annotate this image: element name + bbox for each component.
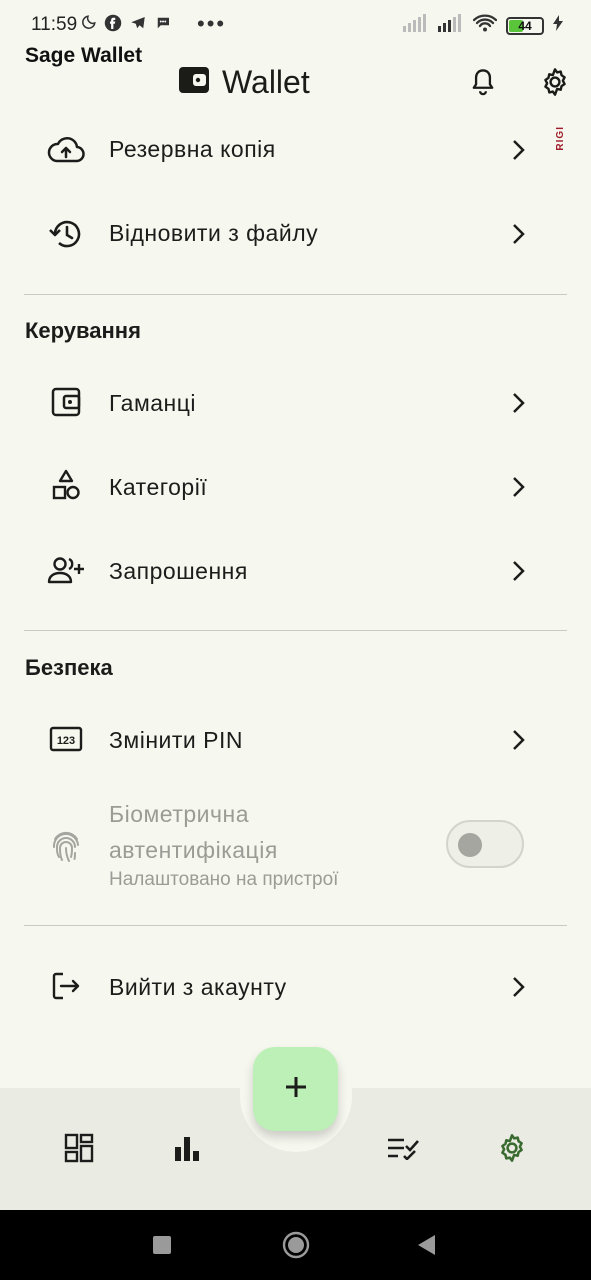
home-button[interactable] <box>282 1231 310 1264</box>
status-more-dots: ••• <box>197 11 227 36</box>
wallet-icon <box>46 382 86 422</box>
chevron-right-icon <box>506 975 530 999</box>
nav-checklist[interactable] <box>383 1130 423 1170</box>
recents-button[interactable] <box>152 1235 172 1260</box>
back-button[interactable] <box>416 1234 438 1261</box>
logout-row[interactable]: Вийти з акаунту <box>0 944 591 1028</box>
logout-label: Вийти з акаунту <box>109 974 287 1000</box>
add-button[interactable] <box>253 1047 338 1131</box>
notifications-button[interactable] <box>465 66 501 102</box>
nav-dashboard[interactable] <box>59 1130 99 1170</box>
divider <box>24 294 567 295</box>
screen: 11:59 ••• 44 Sage Wallet Wallet RIGI Рез… <box>0 0 591 1280</box>
chat-icon <box>154 14 172 32</box>
cloud-upload-icon <box>46 130 86 170</box>
backup-row[interactable]: Резервна копія <box>0 108 591 192</box>
change-pin-row[interactable]: 123 Змінити PIN <box>0 697 591 781</box>
nav-settings[interactable] <box>492 1130 532 1170</box>
moon-icon <box>79 13 97 33</box>
app-bar: Wallet <box>0 58 591 108</box>
home-circle-icon <box>282 1231 310 1264</box>
chevron-right-icon <box>506 222 530 246</box>
toggle-knob <box>458 833 482 857</box>
gear-icon <box>539 66 571 103</box>
invitations-label: Запрошення <box>109 558 248 584</box>
biometric-title: Біометрична автентифікація <box>109 801 278 863</box>
chevron-right-icon <box>506 728 530 752</box>
wallet-icon <box>178 65 210 100</box>
signal-icon-2 <box>438 14 464 37</box>
battery-icon: 44 <box>506 16 544 35</box>
wallets-row[interactable]: Гаманці <box>0 360 591 444</box>
categories-row[interactable]: Категорії <box>0 444 591 528</box>
bell-icon <box>469 67 497 102</box>
telegram-icon <box>129 14 147 32</box>
page-title: Wallet <box>222 64 310 100</box>
chevron-right-icon <box>506 391 530 415</box>
charging-icon <box>553 15 563 36</box>
facebook-icon <box>104 14 122 32</box>
person-add-icon <box>46 550 86 590</box>
chevron-right-icon <box>506 138 530 162</box>
section-header-security: Безпека <box>25 655 113 680</box>
restore-label: Відновити з файлу <box>109 220 319 246</box>
divider <box>24 630 567 631</box>
gear-icon <box>496 1132 528 1169</box>
categories-label: Категорії <box>109 474 208 500</box>
logout-icon <box>46 966 86 1006</box>
shapes-icon <box>46 466 86 506</box>
restore-row[interactable]: Відновити з файлу <box>0 192 591 276</box>
section-header-management: Керування <box>25 318 141 343</box>
dashboard-icon <box>64 1133 94 1168</box>
bar-chart-icon <box>173 1135 201 1166</box>
wallets-label: Гаманці <box>109 390 197 416</box>
biometric-toggle[interactable] <box>446 820 524 868</box>
battery-level: 44 <box>518 18 532 33</box>
app-title-group: Wallet <box>178 64 310 101</box>
backup-label: Резервна копія <box>109 136 276 162</box>
back-triangle-icon <box>416 1234 438 1261</box>
divider <box>24 925 567 926</box>
checklist-icon <box>386 1136 420 1165</box>
settings-button[interactable] <box>537 66 573 102</box>
square-icon <box>152 1235 172 1260</box>
nav-statistics[interactable] <box>167 1130 207 1170</box>
svg-text:123: 123 <box>57 735 75 747</box>
fingerprint-icon <box>46 826 86 866</box>
invitations-row[interactable]: Запрошення <box>0 528 591 612</box>
pin-123-icon: 123 <box>46 719 86 759</box>
history-icon <box>46 214 86 254</box>
plus-icon <box>284 1075 308 1104</box>
biometric-subtitle: Налаштовано на пристрої <box>109 869 339 890</box>
chevron-right-icon <box>506 475 530 499</box>
wifi-icon <box>472 14 498 37</box>
signal-icon <box>403 14 429 37</box>
change-pin-label: Змінити PIN <box>109 727 243 753</box>
chevron-right-icon <box>506 559 530 583</box>
status-time: 11:59 <box>31 14 78 35</box>
status-bar: 11:59 ••• 44 <box>0 0 591 50</box>
